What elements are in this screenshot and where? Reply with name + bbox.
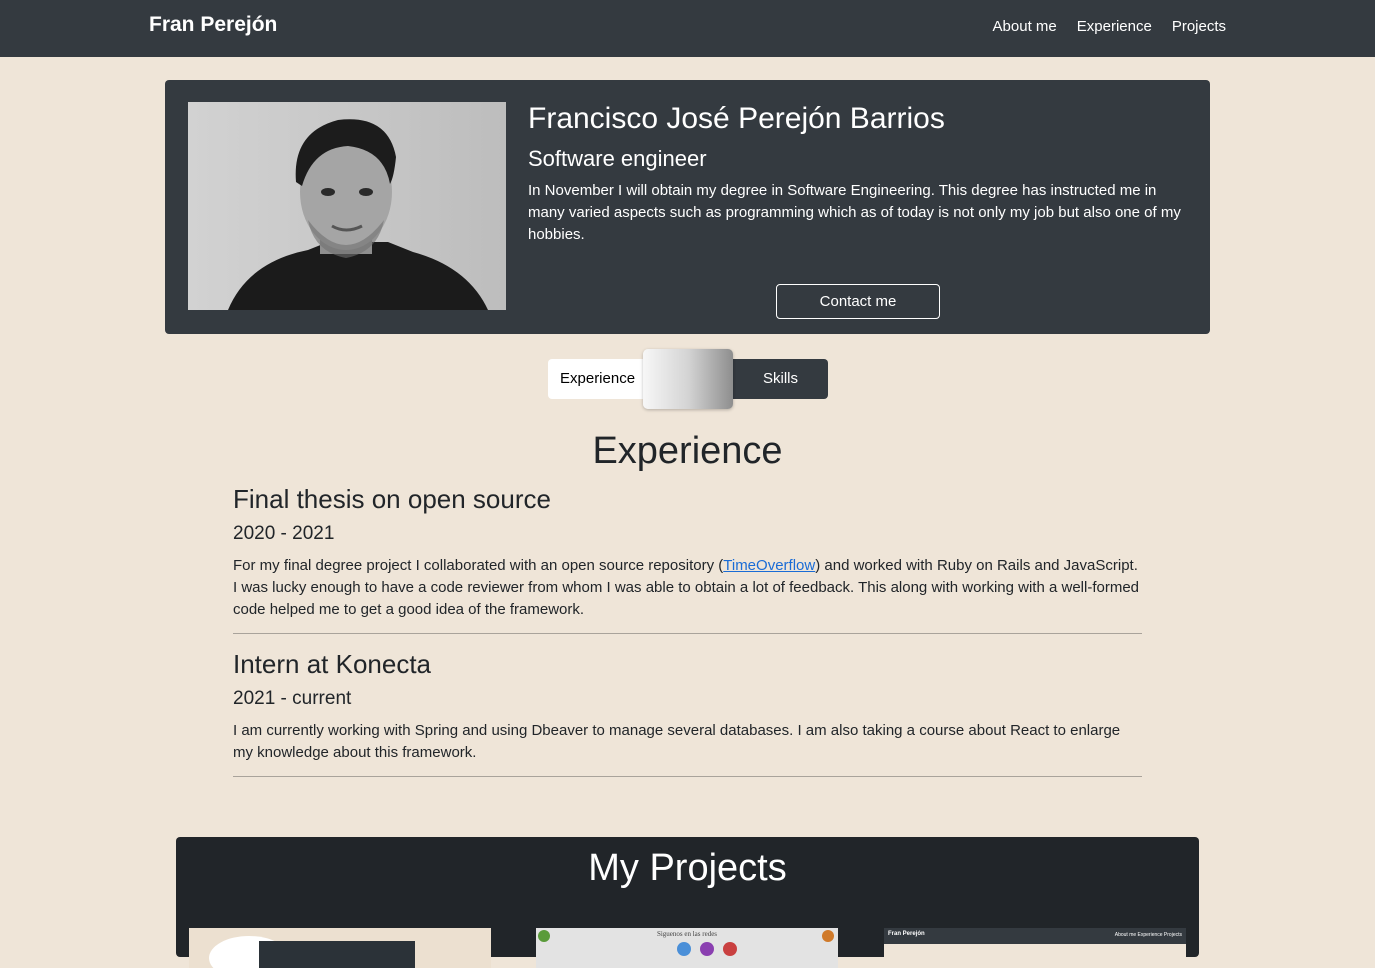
project-card[interactable] xyxy=(189,928,491,968)
nav-links: About me Experience Projects xyxy=(993,18,1226,35)
social-icon xyxy=(700,942,714,956)
experience-item: Intern at Konecta 2021 - current I am cu… xyxy=(233,649,1142,777)
project-card[interactable]: Fran Perejón About me Experience Project… xyxy=(884,928,1186,968)
toggle-option-skills[interactable]: Skills xyxy=(733,359,828,399)
projects-section: My Projects Siguenos en las redes Fran P… xyxy=(176,837,1199,968)
hero-bio: In November I will obtain my degree in S… xyxy=(528,182,1181,243)
project-thumbnail-brand: Fran Perejón xyxy=(888,931,925,937)
toggle-knob[interactable] xyxy=(643,349,733,409)
social-icon xyxy=(677,942,691,956)
brand-logo[interactable]: Fran Perejón xyxy=(149,13,277,37)
experience-item: Final thesis on open source 2020 - 2021 … xyxy=(233,484,1142,634)
project-thumbnail-navbar: Fran Perejón About me Experience Project… xyxy=(884,928,1186,944)
navbar: Fran Perejón About me Experience Project… xyxy=(0,0,1375,57)
nav-link-experience[interactable]: Experience xyxy=(1077,18,1152,35)
leaf-icon xyxy=(822,930,834,942)
experience-item-description: For my final degree project I collaborat… xyxy=(233,555,1142,621)
project-thumbnail-links: About me Experience Projects xyxy=(1114,932,1182,938)
projects-heading: My Projects xyxy=(588,847,787,889)
hero-role: Software engineer xyxy=(528,146,707,171)
project-card[interactable]: Siguenos en las redes xyxy=(536,928,838,968)
timeoverflow-link[interactable]: TimeOverflow xyxy=(723,557,815,574)
project-thumbnail xyxy=(209,936,415,968)
nav-link-projects[interactable]: Projects xyxy=(1172,18,1226,35)
experience-item-period: 2020 - 2021 xyxy=(233,523,335,544)
nav-link-about-me[interactable]: About me xyxy=(993,18,1057,35)
social-icon xyxy=(723,942,737,956)
toggle-option-experience[interactable]: Experience xyxy=(548,359,648,399)
project-thumbnail-text: Siguenos en las redes xyxy=(656,930,718,938)
description-text: For my final degree project I collaborat… xyxy=(233,557,724,574)
contact-me-button[interactable]: Contact me xyxy=(776,284,940,319)
hero-name: Francisco José Perejón Barrios xyxy=(528,102,945,135)
experience-item-title: Final thesis on open source xyxy=(233,484,551,514)
profile-portrait-image xyxy=(188,102,506,310)
experience-skills-toggle[interactable]: Experience Skills xyxy=(548,349,828,409)
experience-heading: Experience xyxy=(592,430,783,472)
experience-item-title: Intern at Konecta xyxy=(233,649,432,679)
profile-photo xyxy=(188,102,506,310)
about-me-card: Francisco José Perejón Barrios Software … xyxy=(165,80,1210,334)
leaf-icon xyxy=(538,930,550,942)
experience-item-description: I am currently working with Spring and u… xyxy=(233,722,1121,761)
experience-item-period: 2021 - current xyxy=(233,688,352,709)
